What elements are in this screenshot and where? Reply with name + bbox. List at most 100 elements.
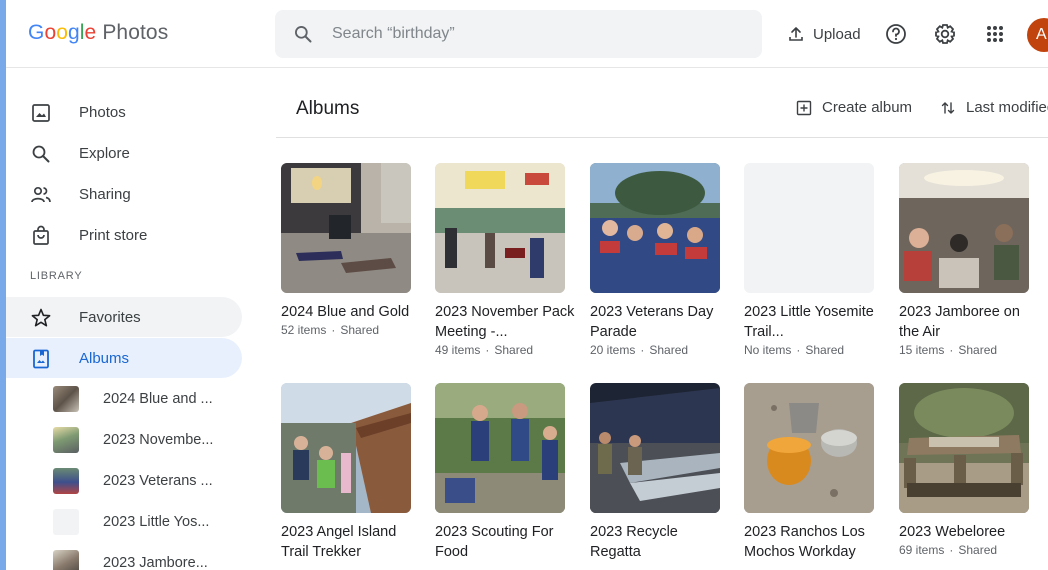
meta-separator: · bbox=[796, 343, 801, 357]
upload-icon bbox=[789, 27, 803, 41]
upload-label: Upload bbox=[813, 25, 861, 43]
sidebar-item-print-store[interactable]: Print store bbox=[6, 215, 242, 255]
sidebar-item-explore[interactable]: Explore bbox=[6, 133, 242, 173]
album-title: 2023 Angel Island Trail Trekker bbox=[281, 524, 397, 560]
album-thumbnail bbox=[53, 386, 79, 412]
photo-icon bbox=[32, 104, 50, 122]
album-card[interactable]: 2023 Little Yosemite Trail... No items · S… bbox=[744, 163, 884, 357]
sidebar-item-label: Photos bbox=[79, 103, 126, 121]
album-title: 2023 Jamboree on the Air bbox=[899, 304, 1020, 340]
album-title: 2023 Veterans Day Parade bbox=[590, 304, 714, 340]
album-meta: 15 items · Shared bbox=[899, 343, 1039, 357]
add-box-icon bbox=[796, 100, 812, 115]
album-shared-status: Shared bbox=[340, 323, 380, 337]
search-bar[interactable]: Search “birthday” bbox=[275, 10, 762, 58]
sidebar: Photos Explore Sharing Print store LIBRA… bbox=[6, 69, 256, 570]
logo-letter: G bbox=[28, 21, 45, 44]
logo-letter: e bbox=[84, 21, 97, 44]
account-avatar[interactable]: A bbox=[1027, 18, 1048, 52]
sidebar-item-photos[interactable]: Photos bbox=[6, 92, 242, 132]
sidebar-album-item[interactable]: 2023 Little Yos... bbox=[6, 502, 242, 542]
album-card[interactable]: 2023 Webeloree 69 items · Shared bbox=[899, 383, 1039, 557]
album-shared-status: Shared bbox=[805, 343, 845, 357]
album-card[interactable]: 2023 Jamboree on the Air 15 items · Shared bbox=[899, 163, 1039, 357]
meta-separator: · bbox=[485, 343, 490, 357]
product-name: Photos bbox=[102, 21, 169, 44]
sidebar-album-label: 2023 Veterans ... bbox=[103, 473, 213, 489]
sidebar-album-item[interactable]: 2024 Blue and ... bbox=[6, 379, 242, 419]
album-meta: No items · Shared bbox=[744, 343, 884, 357]
apps-grid-icon[interactable] bbox=[981, 20, 1009, 48]
sort-label: Last modified bbox=[966, 99, 1048, 116]
album-shared-status: Shared bbox=[958, 343, 998, 357]
sidebar-item-sharing[interactable]: Sharing bbox=[6, 174, 242, 214]
logo-letter: o bbox=[44, 21, 57, 44]
album-item-count: 69 items bbox=[899, 543, 945, 557]
album-card[interactable]: 2024 Blue and Gold 52 items · Shared bbox=[281, 163, 421, 337]
album-cover bbox=[899, 163, 1029, 293]
album-card[interactable]: 2023 Veterans Day Parade 20 items · Shared bbox=[590, 163, 730, 357]
album-card[interactable]: 2023 Recycle Regatta bbox=[590, 383, 730, 562]
google-photos-logo[interactable]: Google Photos bbox=[28, 21, 168, 45]
search-placeholder: Search “birthday” bbox=[332, 25, 455, 42]
album-cover bbox=[281, 383, 411, 513]
album-card[interactable]: 2023 November Pack Meeting -... 49 items… bbox=[435, 163, 575, 357]
meta-separator: · bbox=[949, 343, 954, 357]
album-shared-status: Shared bbox=[649, 343, 689, 357]
sidebar-item-label: Print store bbox=[79, 226, 148, 244]
logo-letter: o bbox=[56, 21, 68, 44]
album-cover bbox=[281, 163, 411, 293]
album-cover bbox=[590, 383, 720, 513]
search-icon bbox=[32, 145, 50, 163]
sidebar-album-label: 2023 Little Yos... bbox=[103, 514, 210, 530]
library-section-label: LIBRARY bbox=[30, 270, 83, 282]
album-card[interactable]: 2023 Ranchos Los Mochos Workday bbox=[744, 383, 884, 562]
album-cover bbox=[899, 383, 1029, 513]
album-thumbnail bbox=[53, 427, 79, 453]
sort-button[interactable]: Last modified bbox=[940, 99, 1048, 116]
sidebar-album-item[interactable]: 2023 Veterans ... bbox=[6, 461, 242, 501]
sidebar-album-item[interactable]: 2023 Novembe... bbox=[6, 420, 242, 460]
sidebar-item-favorites[interactable]: Favorites bbox=[6, 297, 242, 337]
album-meta: 52 items · Shared bbox=[281, 323, 421, 337]
sidebar-album-item[interactable]: 2023 Jambore... bbox=[6, 543, 242, 570]
album-cover bbox=[744, 383, 874, 513]
gear-icon[interactable] bbox=[931, 20, 959, 48]
album-title: 2023 Recycle Regatta bbox=[590, 524, 678, 560]
sidebar-album-label: 2023 Jambore... bbox=[103, 555, 208, 570]
sidebar-album-label: 2023 Novembe... bbox=[103, 432, 214, 448]
meta-separator: · bbox=[331, 323, 336, 337]
album-cover bbox=[435, 383, 565, 513]
shopping-bag-icon bbox=[33, 225, 49, 245]
album-card[interactable]: 2023 Scouting For Food bbox=[435, 383, 575, 562]
album-cover-empty bbox=[744, 163, 874, 293]
album-shared-status: Shared bbox=[494, 343, 534, 357]
album-item-count: 49 items bbox=[435, 343, 481, 357]
album-card[interactable]: 2023 Angel Island Trail Trekker bbox=[281, 383, 421, 562]
help-icon[interactable] bbox=[882, 20, 910, 48]
top-app-bar: Google Photos Search “birthday” Upload A bbox=[6, 0, 1048, 68]
album-item-count: No items bbox=[744, 343, 792, 357]
people-icon bbox=[31, 186, 51, 203]
sidebar-item-label: Favorites bbox=[79, 308, 141, 326]
album-item-count: 20 items bbox=[590, 343, 636, 357]
album-item-count: 15 items bbox=[899, 343, 945, 357]
sort-icon bbox=[941, 101, 955, 114]
create-album-label: Create album bbox=[822, 99, 913, 116]
create-album-button[interactable]: Create album bbox=[796, 99, 912, 116]
upload-button[interactable]: Upload bbox=[780, 16, 869, 52]
album-meta: 69 items · Shared bbox=[899, 543, 1039, 557]
page-title: Albums bbox=[296, 98, 360, 119]
sidebar-item-label: Sharing bbox=[79, 185, 131, 203]
star-icon bbox=[31, 308, 51, 327]
album-shared-status: Shared bbox=[958, 543, 998, 557]
album-title: 2023 Little Yosemite Trail... bbox=[744, 304, 874, 340]
album-title: 2024 Blue and Gold bbox=[281, 304, 410, 320]
sidebar-item-albums[interactable]: Albums bbox=[6, 338, 242, 378]
divider bbox=[276, 137, 1048, 138]
album-meta: 20 items · Shared bbox=[590, 343, 730, 357]
album-title: 2023 November Pack Meeting -... bbox=[435, 304, 575, 340]
sidebar-album-label: 2024 Blue and ... bbox=[103, 391, 213, 407]
sidebar-item-label: Albums bbox=[79, 349, 130, 367]
sidebar-item-label: Explore bbox=[79, 144, 130, 162]
